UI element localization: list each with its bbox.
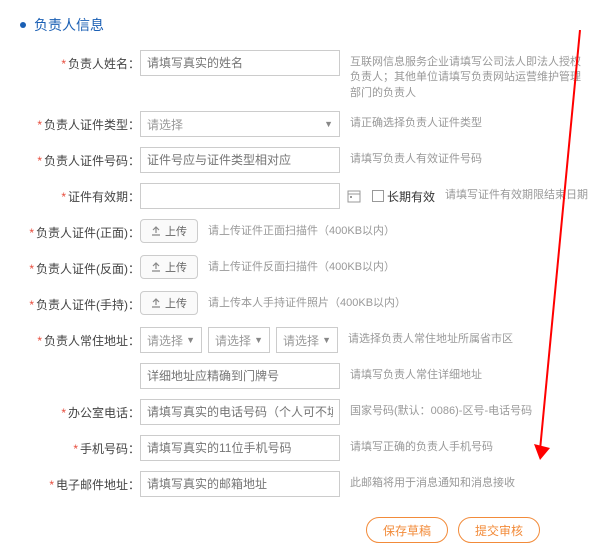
chevron-down-icon: ▼ [324,119,333,129]
section-title: 负责人信息 [20,15,590,35]
upload-icon [151,226,161,236]
label-mobile: *手机号码： [20,435,140,457]
label-id-number: *负责人证件号码： [20,147,140,169]
hint-mobile: 请填写正确的负责人手机号码 [350,435,590,455]
row-id-expire: *证件有效期： 长期有效 请填写证件有效期限结束日期 [20,183,590,209]
hint-email: 此邮箱将用于消息通知和消息接收 [350,471,590,491]
email-input[interactable] [140,471,340,497]
mobile-input[interactable] [140,435,340,461]
upload-back-button[interactable]: 上传 [140,255,198,279]
upload-hold-button[interactable]: 上传 [140,291,198,315]
name-input[interactable] [140,50,340,76]
form-container: 负责人信息 *负责人姓名： 互联网信息服务企业请填写公司法人即法人授权负责人；其… [0,0,610,553]
hint-id-type: 请正确选择负责人证件类型 [350,111,590,131]
chevron-down-icon: ▼ [186,335,195,345]
row-address-detail: 请填写负责人常住详细地址 [20,363,590,389]
upload-icon [151,298,161,308]
expire-date-input[interactable] [140,183,340,209]
hint-id-back: 请上传证件反面扫描件（400KB以内） [208,255,590,275]
long-term-checkbox[interactable]: 长期有效 [372,188,435,205]
hint-office-phone: 国家号码(默认：0086)-区号-电话号码 [350,399,590,419]
hint-address-detail: 请填写负责人常住详细地址 [350,363,590,383]
id-number-input[interactable] [140,147,340,173]
row-email: *电子邮件地址： 此邮箱将用于消息通知和消息接收 [20,471,590,497]
row-address: *负责人常住地址： 请选择▼ 请选择▼ 请选择▼ 请选择负责人常住地址所属省市区 [20,327,590,353]
row-mobile: *手机号码： 请填写正确的负责人手机号码 [20,435,590,461]
row-id-number: *负责人证件号码： 请填写负责人有效证件号码 [20,147,590,173]
upload-front-button[interactable]: 上传 [140,219,198,243]
hint-address: 请选择负责人常住地址所属省市区 [348,327,590,347]
footer-actions: 保存草稿 提交审核 [20,507,590,543]
office-phone-input[interactable] [140,399,340,425]
address-detail-input[interactable] [140,363,340,389]
hint-id-front: 请上传证件正面扫描件（400KB以内） [208,219,590,239]
city-select[interactable]: 请选择▼ [208,327,270,353]
row-office-phone: *办公室电话： 国家号码(默认：0086)-区号-电话号码 [20,399,590,425]
hint-id-expire: 请填写证件有效期限结束日期 [445,183,590,203]
hint-id-number: 请填写负责人有效证件号码 [350,147,590,167]
label-name: *负责人姓名： [20,50,140,72]
hint-name: 互联网信息服务企业请填写公司法人即法人授权负责人；其他单位请填写负责网站运营维护… [350,50,590,101]
save-draft-button[interactable]: 保存草稿 [366,517,448,543]
row-id-type: *负责人证件类型： 请选择▼ 请正确选择负责人证件类型 [20,111,590,137]
row-id-back: *负责人证件(反面)： 上传 请上传证件反面扫描件（400KB以内） [20,255,590,281]
upload-icon [151,262,161,272]
submit-button[interactable]: 提交审核 [458,517,540,543]
label-office-phone: *办公室电话： [20,399,140,421]
chevron-down-icon: ▼ [254,335,263,345]
label-id-type: *负责人证件类型： [20,111,140,133]
row-id-hold: *负责人证件(手持)： 上传 请上传本人手持证件照片（400KB以内） [20,291,590,317]
label-id-front: *负责人证件(正面)： [20,219,140,241]
district-select[interactable]: 请选择▼ [276,327,338,353]
province-select[interactable]: 请选择▼ [140,327,202,353]
label-id-expire: *证件有效期： [20,183,140,205]
label-id-hold: *负责人证件(手持)： [20,291,140,313]
chevron-down-icon: ▼ [322,335,331,345]
row-name: *负责人姓名： 互联网信息服务企业请填写公司法人即法人授权负责人；其他单位请填写… [20,50,590,101]
label-address: *负责人常住地址： [20,327,140,349]
bullet-icon [20,22,26,28]
section-title-text: 负责人信息 [34,15,104,35]
label-id-back: *负责人证件(反面)： [20,255,140,277]
id-type-select[interactable]: 请选择▼ [140,111,340,137]
hint-id-hold: 请上传本人手持证件照片（400KB以内） [208,291,590,311]
label-email: *电子邮件地址： [20,471,140,493]
row-id-front: *负责人证件(正面)： 上传 请上传证件正面扫描件（400KB以内） [20,219,590,245]
calendar-icon[interactable] [346,188,362,204]
